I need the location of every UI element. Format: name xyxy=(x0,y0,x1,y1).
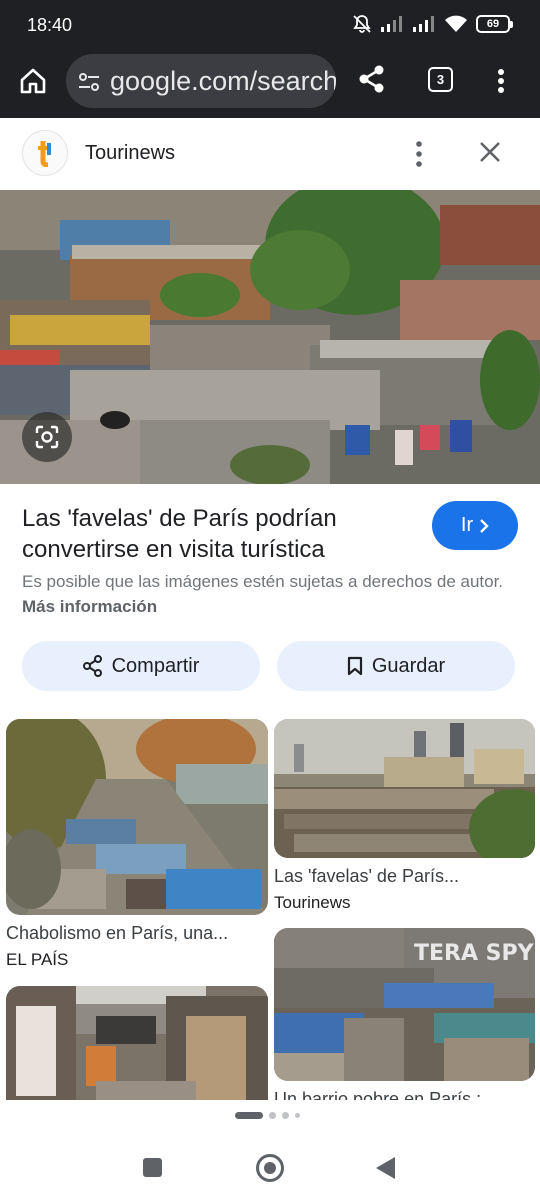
lens-icon xyxy=(35,425,59,449)
close-icon[interactable] xyxy=(478,140,502,164)
grid-item[interactable]: TERA SPY Un barrio pobre en París : xyxy=(274,928,535,1100)
share-button-label: Compartir xyxy=(111,654,200,677)
page-indicator xyxy=(235,1112,300,1119)
page-dot-active xyxy=(235,1112,263,1119)
grid-thumbnail xyxy=(6,719,268,915)
source-logo xyxy=(22,130,68,176)
browser-toolbar: google.com/search 3 xyxy=(0,52,540,118)
grid-item-title: Las 'favelas' de París... xyxy=(274,866,459,886)
grid-item-source: EL PAÍS xyxy=(6,950,69,969)
grid-thumbnail xyxy=(274,719,535,858)
recents-icon[interactable] xyxy=(143,1158,162,1177)
tune-icon[interactable] xyxy=(78,72,100,92)
copyright-notice: Es posible que las imágenes estén sujeta… xyxy=(22,569,512,619)
share-icon[interactable] xyxy=(358,64,386,94)
page-dot xyxy=(282,1112,289,1119)
more-info-link[interactable]: Más información xyxy=(22,597,157,616)
share-button[interactable]: Compartir xyxy=(22,641,260,691)
share-icon xyxy=(82,655,102,677)
grid-item[interactable]: Las 'favelas' de París... Tourinews xyxy=(274,719,535,919)
system-nav-bar xyxy=(0,1135,540,1200)
status-icons: 69 xyxy=(352,14,513,34)
save-button-label: Guardar xyxy=(371,654,446,677)
go-button[interactable]: Ir xyxy=(432,501,518,550)
grid-item[interactable]: Chabolismo en París, una... EL PAÍS xyxy=(6,719,268,979)
more-vert-icon[interactable] xyxy=(414,140,424,168)
source-header: Tourinews xyxy=(0,118,540,190)
tourinews-logo-icon xyxy=(38,141,51,167)
source-name[interactable]: Tourinews xyxy=(85,142,175,165)
url-text: google.com/search xyxy=(110,66,336,96)
page-dot xyxy=(295,1113,300,1118)
status-bar: 18:40 69 xyxy=(0,0,540,52)
signal-icon-2 xyxy=(413,16,434,32)
grid-item-title: Un barrio pobre en París : xyxy=(274,1089,482,1100)
bookmark-icon xyxy=(347,656,362,676)
grid-item-source: Tourinews xyxy=(274,893,351,912)
more-vert-icon[interactable] xyxy=(496,66,506,96)
home-nav-icon[interactable] xyxy=(256,1154,284,1182)
signal-icon xyxy=(381,16,402,32)
page-dot xyxy=(269,1112,276,1119)
back-icon[interactable] xyxy=(376,1157,395,1179)
wifi-icon xyxy=(445,15,467,32)
result-title[interactable]: Las 'favelas' de París podrían convertir… xyxy=(22,503,412,565)
status-time: 18:40 xyxy=(27,15,73,35)
grid-item-title: Chabolismo en París, una... xyxy=(6,923,229,943)
bell-off-icon xyxy=(353,15,371,33)
lens-button[interactable] xyxy=(22,412,72,462)
home-icon[interactable] xyxy=(18,66,48,96)
copyright-text: Es posible que las imágenes estén sujeta… xyxy=(22,572,504,591)
chevron-right-icon xyxy=(480,518,489,533)
hero-image[interactable] xyxy=(0,190,540,484)
battery-icon: 69 xyxy=(476,15,513,33)
tabs-icon[interactable]: 3 xyxy=(428,67,453,92)
save-button[interactable]: Guardar xyxy=(277,641,515,691)
grid-thumbnail xyxy=(6,986,268,1100)
url-bar[interactable]: google.com/search xyxy=(66,54,336,108)
go-button-label: Ir xyxy=(460,514,474,536)
grid-thumbnail: TERA SPY xyxy=(274,928,535,1081)
grid-item[interactable] xyxy=(6,986,268,1100)
shantytown-photo xyxy=(0,190,540,484)
graffiti-text: TERA SPY xyxy=(414,941,535,966)
